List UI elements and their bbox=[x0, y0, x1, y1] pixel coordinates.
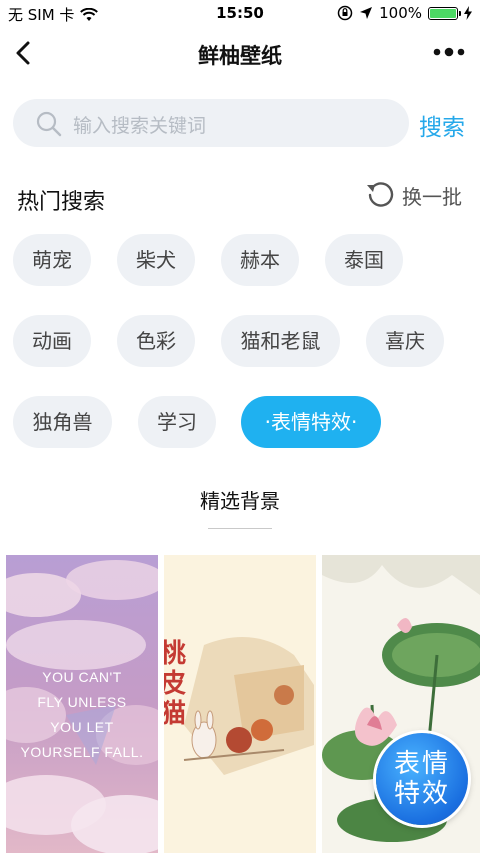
quote-text: YOU CAN'T FLY UNLESS YOU LET YOURSELF FA… bbox=[6, 665, 158, 765]
nav-bar: 鲜柚壁纸 bbox=[0, 28, 480, 78]
cartoon-title-line: 皮 bbox=[164, 669, 187, 699]
status-bar: 无 SIM 卡 15:50 100% bbox=[0, 0, 480, 28]
status-right: 100% bbox=[337, 4, 472, 22]
search-icon bbox=[36, 111, 62, 137]
orientation-lock-icon bbox=[337, 5, 353, 21]
wallpaper-card[interactable]: 桃 皮 猫 bbox=[164, 555, 316, 853]
more-icon[interactable] bbox=[432, 42, 466, 62]
search-input[interactable]: 输入搜索关键词 bbox=[13, 99, 409, 147]
tag-chip[interactable]: 柴犬 bbox=[117, 234, 195, 286]
cartoon-title: 桃 皮 猫 bbox=[164, 639, 186, 729]
cartoon-wallpaper-image bbox=[164, 555, 316, 853]
cartoon-title-line: 桃 bbox=[164, 639, 187, 669]
quote-line: YOU CAN'T bbox=[42, 669, 122, 685]
location-icon bbox=[360, 7, 373, 19]
quote-line: FLY UNLESS bbox=[37, 694, 127, 710]
search-placeholder: 输入搜索关键词 bbox=[73, 115, 207, 137]
search-button[interactable]: 搜索 bbox=[419, 108, 465, 142]
tag-chip[interactable]: 猫和老鼠 bbox=[221, 315, 340, 367]
float-button-line: 表情 bbox=[393, 749, 450, 779]
tag-chip[interactable]: 独角兽 bbox=[13, 396, 112, 448]
tag-chip[interactable]: 喜庆 bbox=[366, 315, 444, 367]
tag-chip[interactable]: 萌宠 bbox=[13, 234, 91, 286]
refresh-icon bbox=[367, 182, 394, 207]
page-title: 鲜柚壁纸 bbox=[198, 44, 282, 68]
battery-percent: 100% bbox=[379, 4, 422, 22]
refresh-label: 换一批 bbox=[402, 184, 462, 209]
tag-chip[interactable]: 色彩 bbox=[117, 315, 195, 367]
tag-chip[interactable]: 赫本 bbox=[221, 234, 299, 286]
section-title: 精选背景 bbox=[200, 489, 280, 513]
tag-chip[interactable]: 动画 bbox=[13, 315, 91, 367]
quote-line: YOURSELF FALL. bbox=[20, 744, 144, 760]
cartoon-title-line: 猫 bbox=[164, 699, 187, 729]
quote-line: YOU LET bbox=[50, 719, 114, 735]
float-button-line: 特效 bbox=[393, 779, 450, 809]
tag-chip[interactable]: 学习 bbox=[138, 396, 216, 448]
hot-search-title: 热门搜索 bbox=[17, 190, 106, 215]
battery-icon bbox=[428, 6, 461, 20]
tag-chip-active[interactable]: ·表情特效· bbox=[241, 396, 381, 448]
wallpaper-card[interactable]: YOU CAN'T FLY UNLESS YOU LET YOURSELF FA… bbox=[6, 555, 158, 853]
charging-icon bbox=[464, 6, 472, 20]
refresh-button[interactable]: 换一批 bbox=[364, 180, 462, 210]
effects-float-button[interactable]: 表情 特效 bbox=[376, 733, 468, 825]
tag-chip[interactable]: 泰国 bbox=[325, 234, 403, 286]
section-divider bbox=[208, 528, 272, 529]
